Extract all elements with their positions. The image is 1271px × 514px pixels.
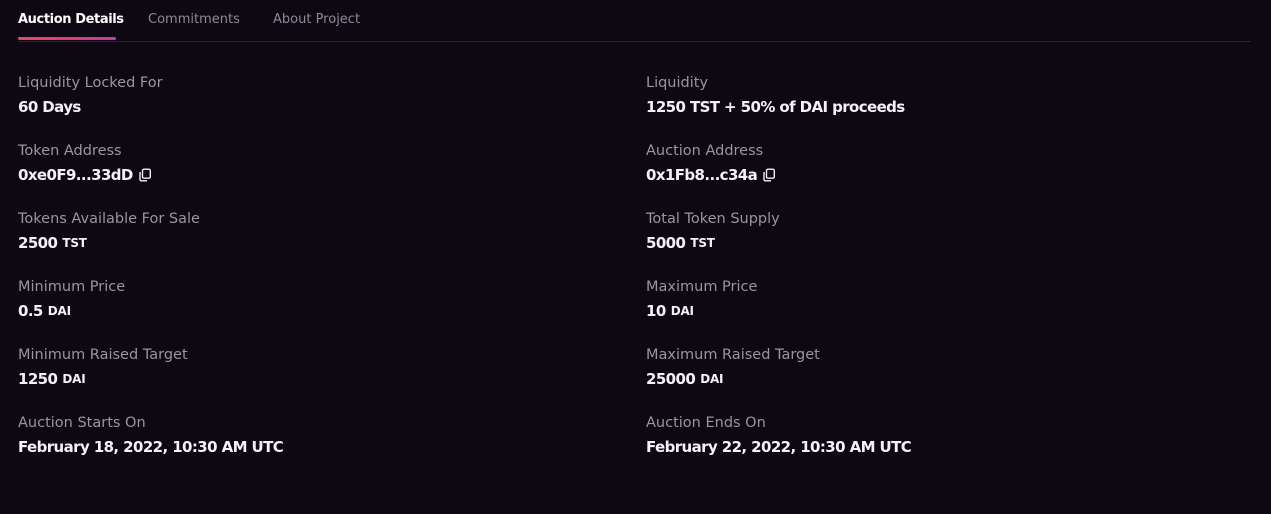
field-label: Maximum Price [646,279,758,295]
value-text: February 18, 2022, 10:30 AM UTC [18,438,284,456]
field-value: 0xe0F9...33dD [18,166,152,184]
tab-bar: Auction Details Commitments About Projec… [18,0,1251,42]
field-value: February 18, 2022, 10:30 AM UTC [18,438,284,456]
value-text: 2500 [18,234,58,252]
field-label: Auction Starts On [18,415,146,431]
auction-starts-field: Auction Starts On February 18, 2022, 10:… [18,414,284,456]
liquidity-locked-field: Liquidity Locked For 60 Days [18,74,163,116]
value-text: 1250 [18,370,58,388]
unit-label: DAI [700,372,724,386]
field-value: 1250 TST + 50% of DAI proceeds [646,98,905,116]
field-label: Minimum Price [18,279,126,295]
field-label: Tokens Available For Sale [18,211,200,227]
field-label: Liquidity [646,75,709,91]
auction-ends-field: Auction Ends On February 22, 2022, 10:30… [646,414,912,456]
value-text: 1250 TST + 50% of DAI proceeds [646,98,905,116]
active-tab-indicator [18,37,116,40]
auction-address-field: Auction Address 0x1Fb8...c34a [646,142,776,184]
copy-icon[interactable] [762,168,776,182]
value-text: February 22, 2022, 10:30 AM UTC [646,438,912,456]
tab-auction-details[interactable]: Auction Details [18,12,124,27]
value-text: 0.5 [18,302,43,320]
unit-label: DAI [47,304,71,318]
value-text: 10 [646,302,666,320]
field-label: Auction Ends On [646,415,766,431]
field-label: Minimum Raised Target [18,347,188,363]
field-value: 0x1Fb8...c34a [646,166,776,184]
liquidity-field: Liquidity 1250 TST + 50% of DAI proceeds [646,74,905,116]
field-value: 10 DAI [646,302,757,320]
unit-label: TST [690,236,715,250]
field-value: February 22, 2022, 10:30 AM UTC [646,438,912,456]
field-value: 2500 TST [18,234,200,252]
token-address-value[interactable]: 0xe0F9...33dD [18,166,133,184]
unit-label: TST [62,236,87,250]
unit-label: DAI [670,304,694,318]
field-value: 1250 DAI [18,370,188,388]
token-address-field: Token Address 0xe0F9...33dD [18,142,152,184]
field-value: 5000 TST [646,234,780,252]
total-supply-field: Total Token Supply 5000 TST [646,210,780,252]
value-text: 5000 [646,234,686,252]
field-label: Total Token Supply [646,211,780,227]
field-label: Maximum Raised Target [646,347,820,363]
field-value: 25000 DAI [646,370,820,388]
field-label: Auction Address [646,143,764,159]
tab-about-project[interactable]: About Project [273,12,360,27]
field-value: 0.5 DAI [18,302,125,320]
unit-label: DAI [62,372,86,386]
max-price-field: Maximum Price 10 DAI [646,278,757,320]
tab-commitments[interactable]: Commitments [148,12,240,27]
value-text: 25000 [646,370,696,388]
min-price-field: Minimum Price 0.5 DAI [18,278,125,320]
max-target-field: Maximum Raised Target 25000 DAI [646,346,820,388]
field-value: 60 Days [18,98,163,116]
tokens-for-sale-field: Tokens Available For Sale 2500 TST [18,210,200,252]
field-label: Token Address [18,143,122,159]
value-text: 60 Days [18,98,81,116]
copy-icon[interactable] [138,168,152,182]
min-target-field: Minimum Raised Target 1250 DAI [18,346,188,388]
auction-address-value[interactable]: 0x1Fb8...c34a [646,166,758,184]
field-label: Liquidity Locked For [18,75,163,91]
